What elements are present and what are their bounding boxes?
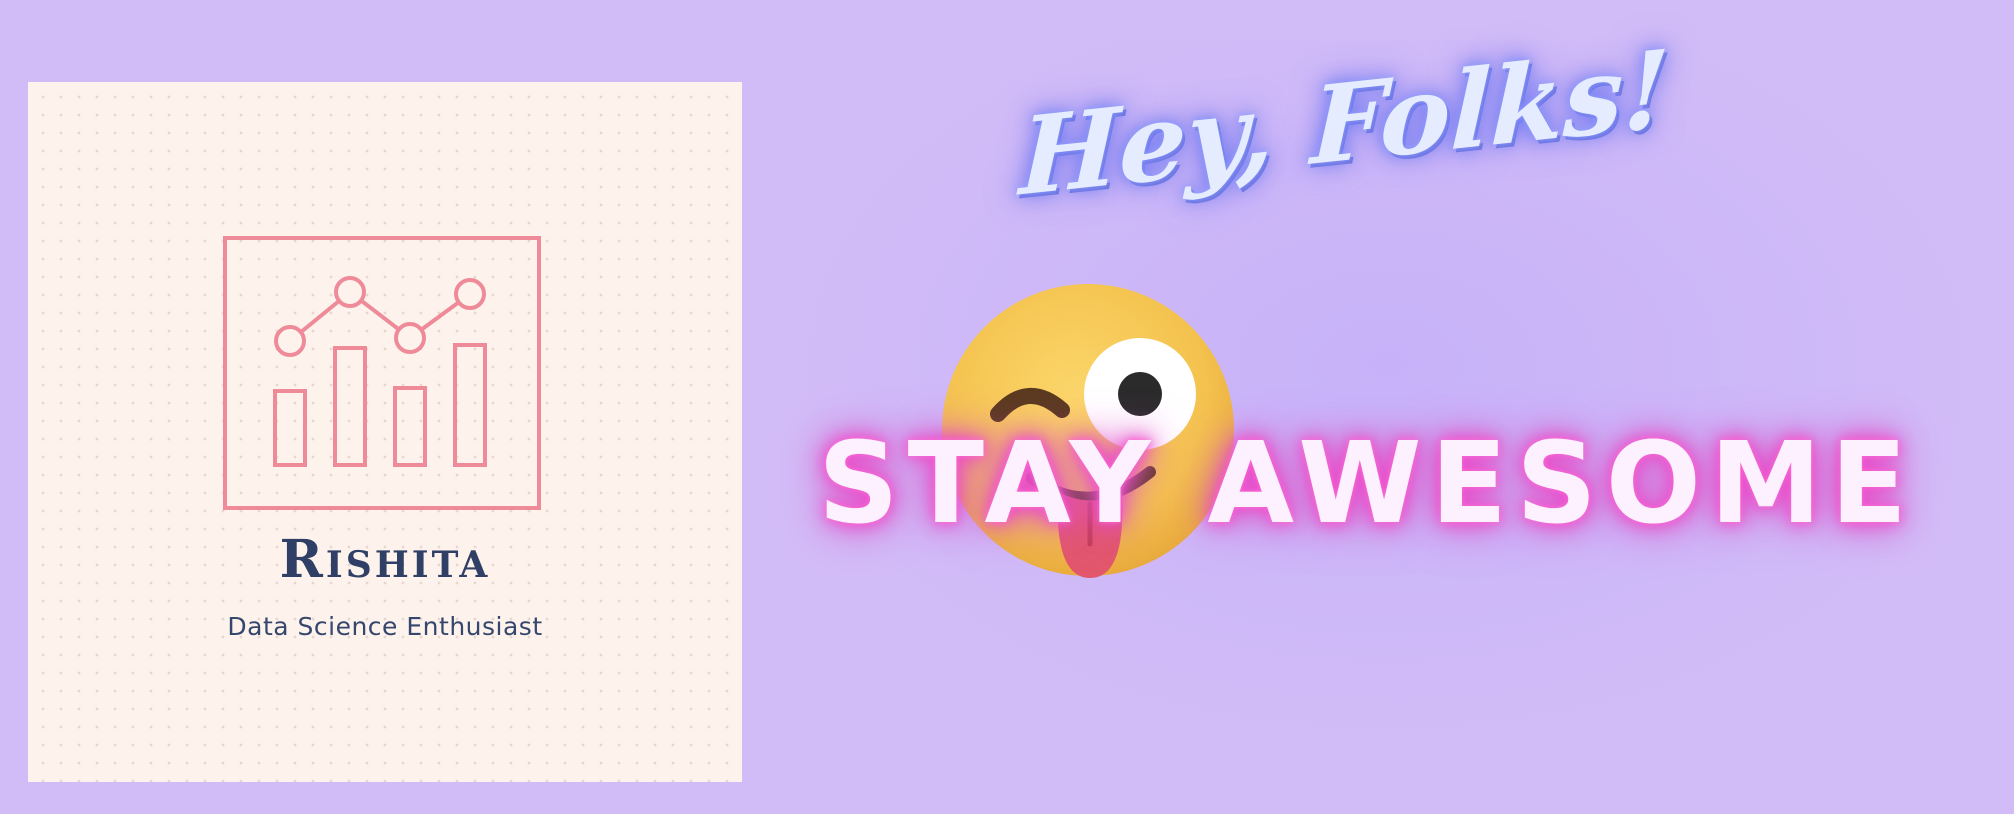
bar-line-chart-icon [223,236,541,510]
brand-tagline: Data Science Enthusiast [227,612,543,641]
stay-awesome-heading: STAY AWESOME [818,419,1916,549]
brand-name: Rishita [279,529,491,590]
logo-card: Rishita Data Science Enthusiast [28,82,742,782]
